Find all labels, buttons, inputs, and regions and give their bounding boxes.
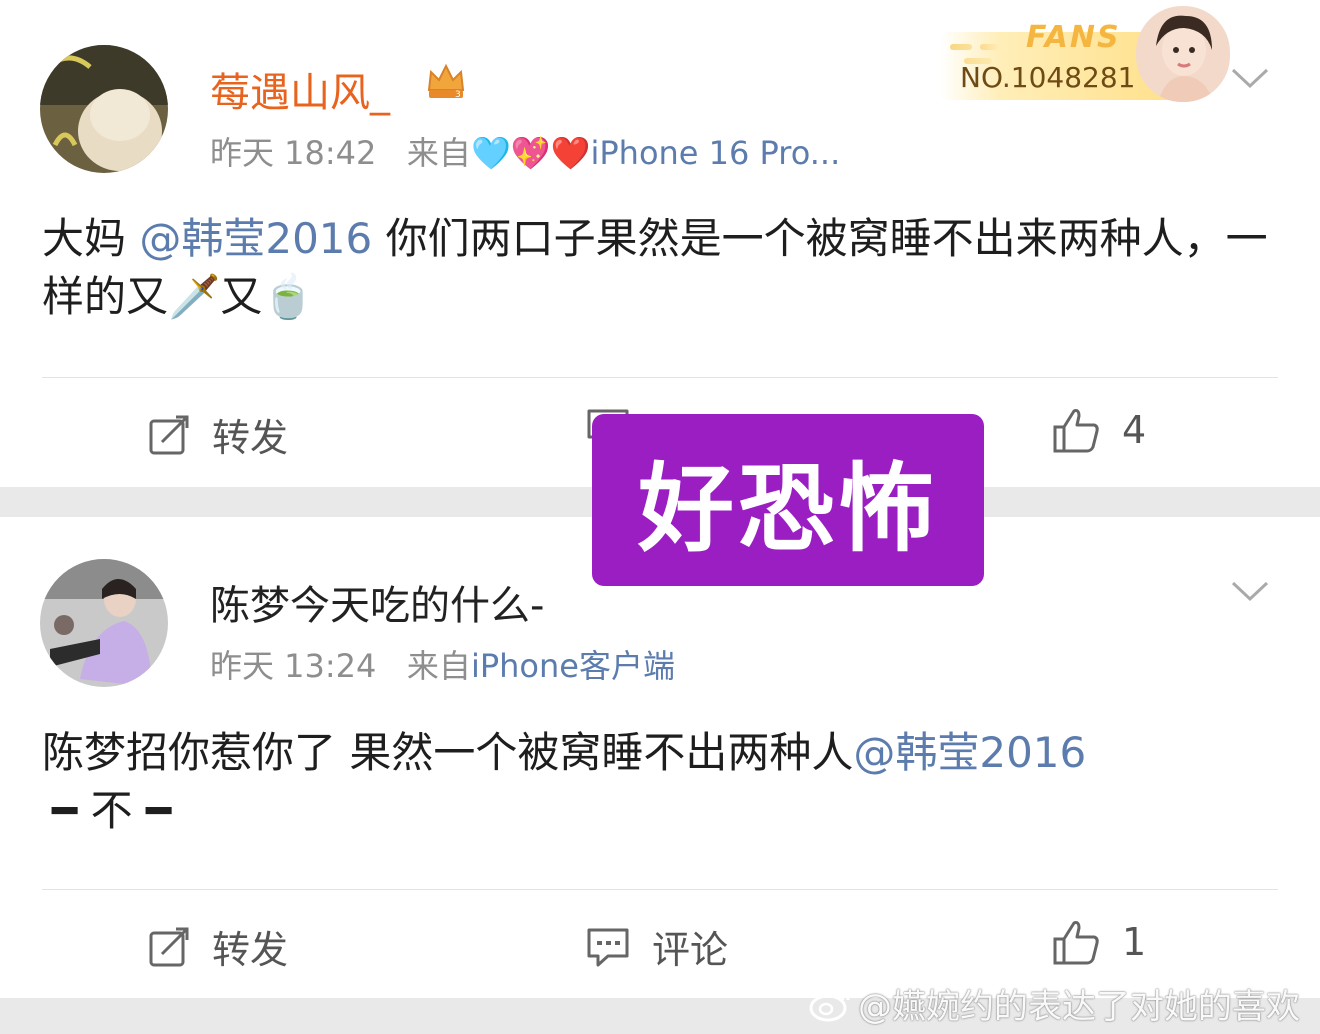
like-button[interactable]: 4: [1052, 407, 1146, 453]
comment-icon: [587, 928, 629, 966]
like-count: 1: [1122, 920, 1147, 964]
username[interactable]: 陈梦今天吃的什么-: [210, 573, 544, 631]
comment-time: 昨天 13:24: [210, 647, 377, 685]
source-prefix: 来自: [406, 647, 471, 685]
source-device[interactable]: iPhone客户端: [471, 647, 675, 685]
sticker-text: 好恐怖: [638, 452, 938, 565]
chevron-down-icon[interactable]: [1230, 579, 1270, 603]
sticker-overlay: 好恐怖: [592, 414, 984, 586]
thumbs-up-icon: [1053, 921, 1099, 965]
comment-label: 评论: [652, 928, 729, 972]
repost-label: 转发: [212, 928, 289, 972]
thumbs-up-icon: [1053, 409, 1099, 453]
weibo-logo-icon: [809, 988, 850, 1021]
fans-badge: FANS NO.1048281: [940, 6, 1230, 102]
comment-card-2: 陈梦今天吃的什么- 昨天 13:24 来自iPhone客户端 陈梦招你惹你了 果…: [0, 517, 1320, 998]
comment-time: 昨天 18:42: [210, 134, 377, 172]
repost-icon: [149, 415, 189, 454]
text-segment: ━ 不 ━: [52, 786, 172, 835]
avatar-user-1[interactable]: [40, 45, 168, 173]
text-segment: 陈梦招你惹你了 果然一个被窝睡不出两种人: [42, 728, 854, 777]
avatar-user-2[interactable]: [40, 559, 168, 687]
comment-button[interactable]: 评论: [586, 919, 728, 974]
chevron-down-icon[interactable]: [1230, 66, 1270, 90]
fans-portrait-image: [1136, 6, 1230, 102]
mention-link[interactable]: @韩莹2016: [139, 214, 372, 263]
svg-text:3: 3: [455, 90, 461, 100]
text-segment: 大妈: [42, 214, 140, 263]
comment-text: 陈梦招你惹你了 果然一个被窝睡不出两种人@韩莹2016 ━ 不 ━: [42, 724, 1292, 840]
username[interactable]: 莓遇山风_: [210, 60, 390, 118]
repost-label: 转发: [212, 416, 289, 460]
comment-text: 大妈 @韩莹2016 你们两口子果然是一个被窝睡不出来两种人，一样的又🗡️又🍵: [42, 210, 1292, 326]
comment-meta: 昨天 13:24 来自iPhone客户端: [210, 641, 675, 687]
like-button[interactable]: 1: [1052, 919, 1146, 965]
fans-label: FANS: [1026, 20, 1121, 55]
comment-meta: 昨天 18:42 来自🩵💖❤️iPhone 16 Pro...: [210, 128, 840, 174]
fans-number: NO.1048281: [960, 61, 1136, 94]
repost-button[interactable]: 转发: [148, 407, 288, 462]
source-device[interactable]: iPhone 16 Pro...: [590, 134, 840, 172]
crown-badge-icon: 3: [425, 60, 467, 106]
divider: [42, 889, 1278, 890]
repost-button[interactable]: 转发: [148, 919, 288, 974]
mention-link[interactable]: @韩莹2016: [853, 728, 1086, 777]
source-emoji: 🩵💖❤️: [470, 134, 591, 172]
watermark-text: @嬿婉约的表达了对她的喜欢: [858, 987, 1300, 1027]
like-count: 4: [1122, 408, 1147, 452]
repost-icon: [149, 927, 189, 966]
divider: [42, 377, 1278, 378]
watermark: @嬿婉约的表达了对她的喜欢: [808, 979, 1300, 1028]
source-prefix: 来自: [406, 134, 471, 172]
